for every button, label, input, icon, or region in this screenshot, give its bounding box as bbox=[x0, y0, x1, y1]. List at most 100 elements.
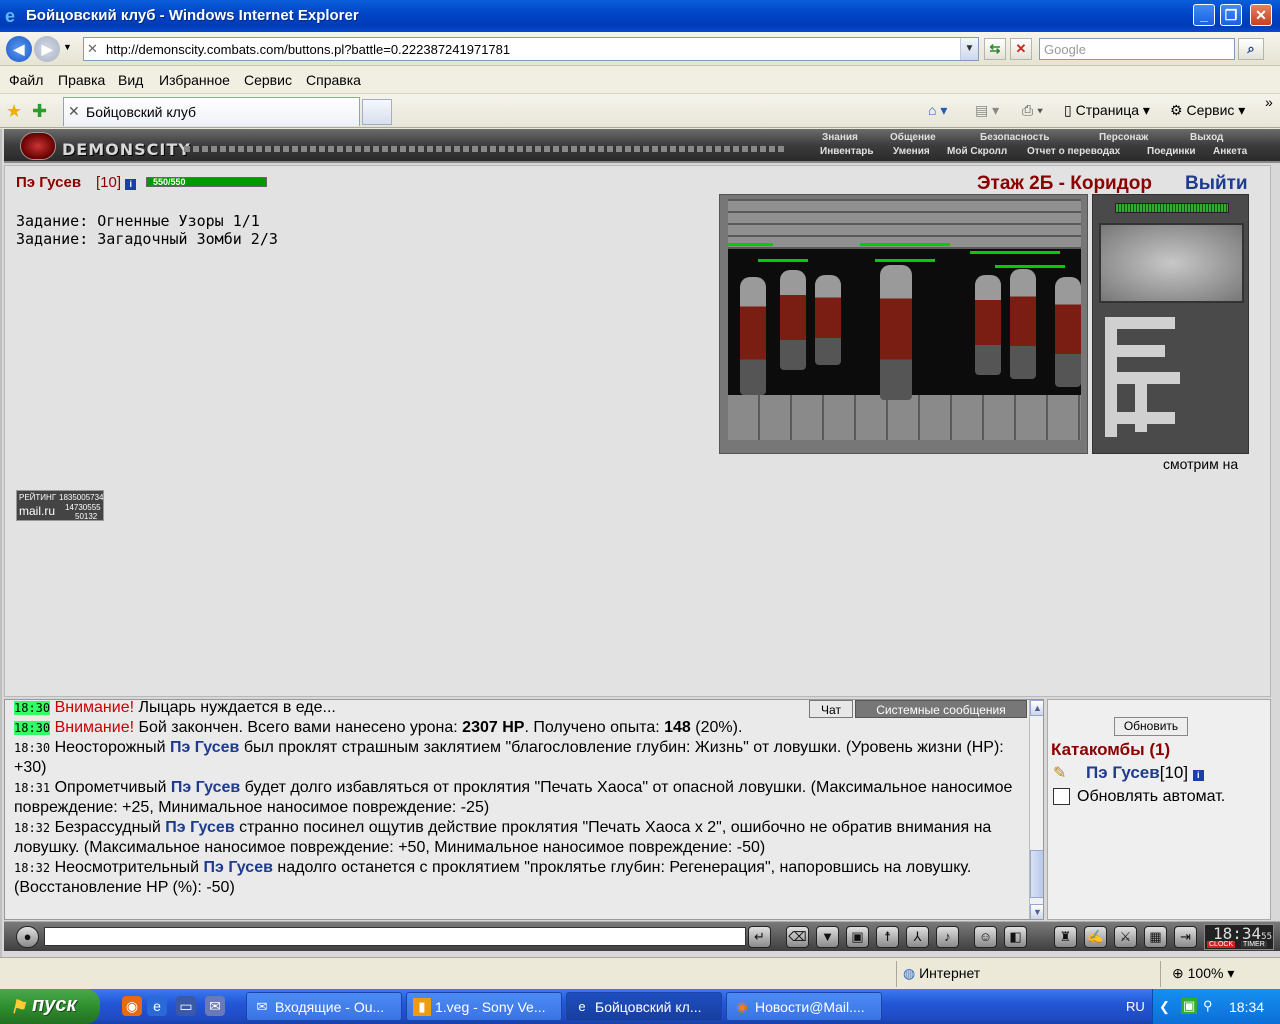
task-inbox[interactable]: ✉ Входящие - Ou... bbox=[246, 992, 402, 1021]
refresh-button[interactable]: Обновить bbox=[1114, 717, 1188, 736]
chat-timestamp[interactable]: 18:30 bbox=[14, 721, 51, 735]
scroll-thumb[interactable] bbox=[1030, 850, 1043, 898]
home-icon[interactable]: ⌂ ▾ bbox=[928, 102, 947, 119]
nav-fights[interactable]: Поединки bbox=[1147, 146, 1196, 158]
nav-character[interactable]: Персонаж bbox=[1099, 132, 1148, 144]
tab-chat[interactable]: Чат bbox=[809, 700, 853, 718]
chat-log[interactable]: 18:30 Внимание! Лыцарь нуждается в еде..… bbox=[4, 699, 1044, 920]
running-man-icon[interactable]: ☨ bbox=[876, 926, 899, 948]
knight-monster[interactable] bbox=[815, 275, 841, 365]
player-status-icon[interactable]: ✎ bbox=[1053, 763, 1066, 783]
menu-edit[interactable]: Правка bbox=[58, 72, 105, 88]
send-icon[interactable]: ↵ bbox=[748, 926, 771, 948]
page-menu[interactable]: ▯ Страница ▾ bbox=[1064, 102, 1150, 119]
menu-file[interactable]: Файл bbox=[9, 72, 43, 88]
network-icon[interactable]: ⚲ bbox=[1203, 998, 1213, 1014]
feeds-icon[interactable]: ▤ ▾ bbox=[975, 102, 999, 119]
nav-social[interactable]: Общение bbox=[890, 132, 936, 144]
exit-door-icon[interactable]: ⇥ bbox=[1174, 926, 1197, 948]
knight-monster[interactable] bbox=[975, 275, 1001, 375]
address-field[interactable]: ✕ http://demonscity.combats.com/buttons.… bbox=[83, 37, 979, 61]
language-indicator[interactable]: RU bbox=[1126, 999, 1145, 1014]
forward-button[interactable]: ▶ bbox=[34, 36, 60, 62]
filter-icon[interactable]: ▼ bbox=[816, 926, 839, 948]
menu-help[interactable]: Справка bbox=[306, 72, 361, 88]
refresh-page-icon[interactable]: ⇆ bbox=[984, 38, 1006, 60]
tools-menu[interactable]: ⚙ Сервис ▾ bbox=[1170, 102, 1245, 119]
close-button[interactable]: ✕ bbox=[1250, 4, 1272, 26]
minimize-button[interactable]: _ bbox=[1193, 4, 1215, 26]
tray-app-icon[interactable]: ▣ bbox=[1181, 998, 1198, 1014]
compass-icon[interactable] bbox=[1099, 223, 1244, 303]
outlook-quicklaunch-icon[interactable]: ✉ bbox=[205, 996, 225, 1016]
scroll-down-icon[interactable]: ▼ bbox=[1030, 904, 1043, 919]
history-dropdown-icon[interactable]: ▼ bbox=[63, 42, 72, 52]
mailru-counter[interactable]: РЕЙТИНГ 1835005734 mail.ru 14730555 5013… bbox=[16, 490, 104, 521]
chat-input[interactable] bbox=[44, 927, 746, 946]
menu-view[interactable]: Вид bbox=[118, 72, 143, 88]
address-url[interactable]: http://demonscity.combats.com/buttons.pl… bbox=[106, 42, 510, 57]
menu-favorites[interactable]: Избранное bbox=[159, 72, 230, 88]
task-news-mail[interactable]: ◉ Новости@Mail.... bbox=[726, 992, 882, 1021]
player-link[interactable]: Пэ Гусев bbox=[204, 859, 273, 876]
new-tab-button[interactable] bbox=[362, 99, 392, 125]
chat-timestamp[interactable]: 18:31 bbox=[14, 781, 50, 795]
nav-skills[interactable]: Умения bbox=[893, 146, 930, 158]
knight-monster[interactable] bbox=[1010, 269, 1036, 379]
tray-arrow-icon[interactable]: ❮ bbox=[1159, 999, 1170, 1015]
add-favorite-icon[interactable]: ✚ bbox=[32, 101, 47, 122]
player-link[interactable]: Пэ Гусев bbox=[170, 739, 239, 756]
favorites-star-icon[interactable]: ★ bbox=[6, 101, 22, 122]
knight-monster[interactable] bbox=[880, 265, 912, 400]
tab-system-messages[interactable]: Системные сообщения bbox=[855, 700, 1027, 718]
info-icon[interactable]: i bbox=[1192, 770, 1204, 781]
firefox-icon[interactable]: ◉ bbox=[122, 996, 142, 1016]
character-icon[interactable]: ♜ bbox=[1054, 926, 1077, 948]
scroll-icon[interactable]: ✍ bbox=[1084, 926, 1107, 948]
search-icon[interactable]: ⌕ bbox=[1238, 38, 1264, 60]
chat-timestamp[interactable]: 18:32 bbox=[14, 821, 50, 835]
battle-icon[interactable]: ⚔ bbox=[1114, 926, 1137, 948]
player-link[interactable]: Пэ Гусев bbox=[165, 819, 234, 836]
start-button[interactable]: ⚑ пуск bbox=[0, 989, 100, 1024]
search-input[interactable]: Google bbox=[1039, 38, 1235, 60]
dungeon-view[interactable] bbox=[719, 194, 1088, 454]
player-link[interactable]: Пэ Гусев bbox=[171, 779, 240, 796]
chevron-more-icon[interactable]: » bbox=[1265, 94, 1273, 110]
nav-inventory[interactable]: Инвентарь bbox=[820, 146, 874, 158]
knight-monster[interactable] bbox=[740, 277, 766, 395]
exit-link[interactable]: Выйти bbox=[1185, 173, 1248, 195]
show-desktop-icon[interactable]: ▭ bbox=[176, 996, 196, 1016]
nav-exit[interactable]: Выход bbox=[1190, 132, 1223, 144]
maximize-button[interactable]: ❐ bbox=[1220, 4, 1242, 26]
scroll-up-icon[interactable]: ▲ bbox=[1030, 700, 1043, 716]
dungeon-minimap[interactable] bbox=[1092, 194, 1249, 454]
inventory-icon[interactable]: ▦ bbox=[1144, 926, 1167, 948]
player-name[interactable]: Пэ Гусев bbox=[16, 174, 81, 191]
translit-icon[interactable]: ⅄ bbox=[906, 926, 929, 948]
save-log-icon[interactable]: ▣ bbox=[846, 926, 869, 948]
task-fight-club[interactable]: e Бойцовский кл... bbox=[566, 992, 722, 1021]
chat-timestamp[interactable]: 18:30 bbox=[14, 741, 50, 755]
nav-my-scroll[interactable]: Мой Скролл bbox=[947, 146, 1007, 158]
nav-knowledge[interactable]: Знания bbox=[822, 132, 858, 144]
knight-monster[interactable] bbox=[1055, 277, 1081, 387]
info-icon[interactable]: i bbox=[125, 179, 137, 190]
room-member[interactable]: Пэ Гусев[10] i bbox=[1086, 763, 1204, 783]
back-button[interactable]: ◀ bbox=[6, 36, 32, 62]
chat-mode-icon[interactable]: ● bbox=[16, 926, 39, 948]
zoom-level[interactable]: ⊕ 100% ▾ bbox=[1172, 965, 1234, 982]
task-vegas[interactable]: ▮ 1.veg - Sony Ve... bbox=[406, 992, 562, 1021]
tab-fight-club[interactable]: ✕ Бойцовский клуб bbox=[63, 97, 360, 126]
chat-timestamp[interactable]: 18:30 bbox=[14, 701, 51, 715]
chat-scrollbar[interactable]: ▲ ▼ bbox=[1029, 700, 1043, 919]
eraser-icon[interactable]: ⌫ bbox=[786, 926, 809, 948]
chat-settings-icon[interactable]: ◧ bbox=[1004, 926, 1027, 948]
nav-security[interactable]: Безопасность bbox=[980, 132, 1049, 144]
stop-icon[interactable]: ✕ bbox=[1010, 38, 1032, 60]
menu-tools[interactable]: Сервис bbox=[244, 72, 292, 88]
smiley-icon[interactable]: ☺ bbox=[974, 926, 997, 948]
address-dropdown-icon[interactable]: ▼ bbox=[960, 38, 978, 60]
nav-profile[interactable]: Анкета bbox=[1213, 146, 1247, 158]
print-icon[interactable]: ⎙ ▾ bbox=[1022, 102, 1043, 119]
